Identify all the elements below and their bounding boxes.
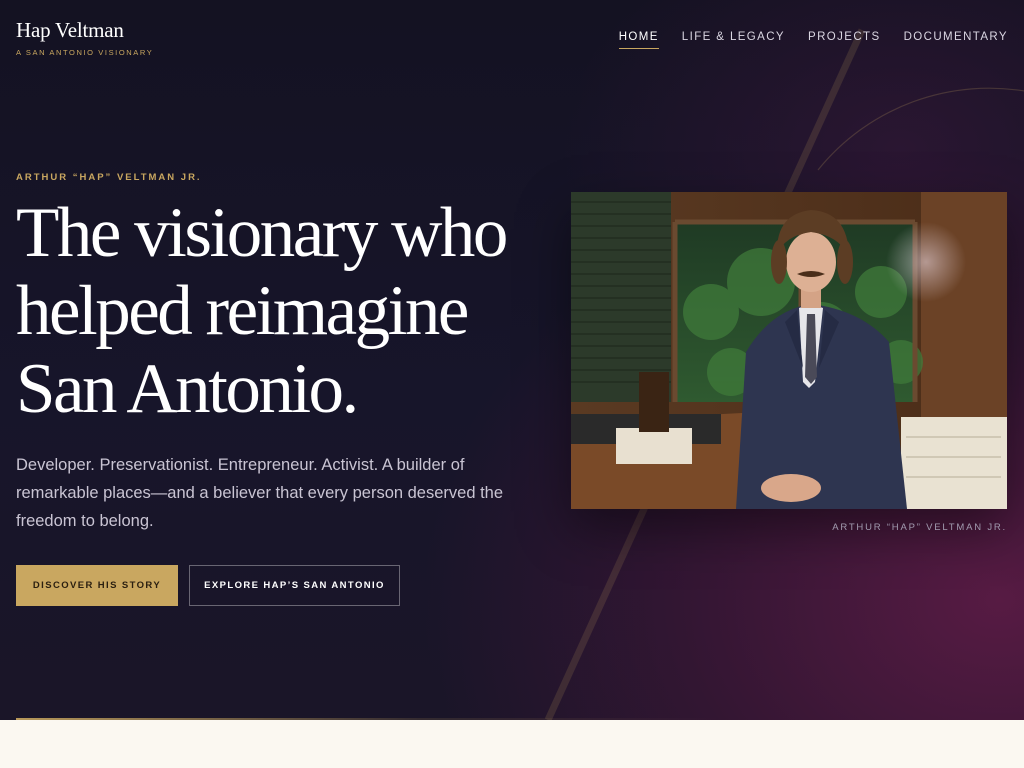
- nav-home[interactable]: HOME: [618, 31, 659, 49]
- brand-tagline: A SAN ANTONIO VISIONARY: [16, 48, 154, 57]
- nav-life-legacy[interactable]: LIFE & LEGACY: [682, 31, 785, 49]
- hero-headline: The visionary who helped reimagine San A…: [16, 194, 576, 428]
- headline-line: San Antonio.: [16, 350, 359, 428]
- hero-section: Hap Veltman A SAN ANTONIO VISIONARY HOME…: [0, 0, 1024, 720]
- photo-caption: ARTHUR “HAP” VELTMAN JR.: [832, 522, 1007, 533]
- headline-line: The visionary who: [16, 194, 508, 272]
- portrait-photo: [571, 192, 1007, 509]
- hero-intro: Developer. Preservationist. Entrepreneur…: [16, 456, 504, 530]
- portrait-illustration: [571, 192, 1007, 509]
- brand[interactable]: Hap Veltman A SAN ANTONIO VISIONARY: [16, 18, 153, 57]
- nav-projects[interactable]: PROJECTS: [808, 31, 881, 49]
- explore-san-antonio-button[interactable]: EXPLORE HAP’S SAN ANTONIO: [189, 565, 400, 606]
- hero-divider: [16, 718, 1024, 720]
- hero-eyebrow: ARTHUR “HAP” VELTMAN JR.: [16, 172, 202, 183]
- headline-line: helped reimagine: [16, 272, 469, 350]
- brand-name[interactable]: Hap Veltman: [16, 18, 153, 43]
- nav-documentary[interactable]: DOCUMENTARY: [904, 31, 1008, 49]
- main-nav: HOME LIFE & LEGACY PROJECTS DOCUMENTARY: [618, 31, 1008, 49]
- discover-story-button[interactable]: DISCOVER HIS STORY: [16, 565, 178, 606]
